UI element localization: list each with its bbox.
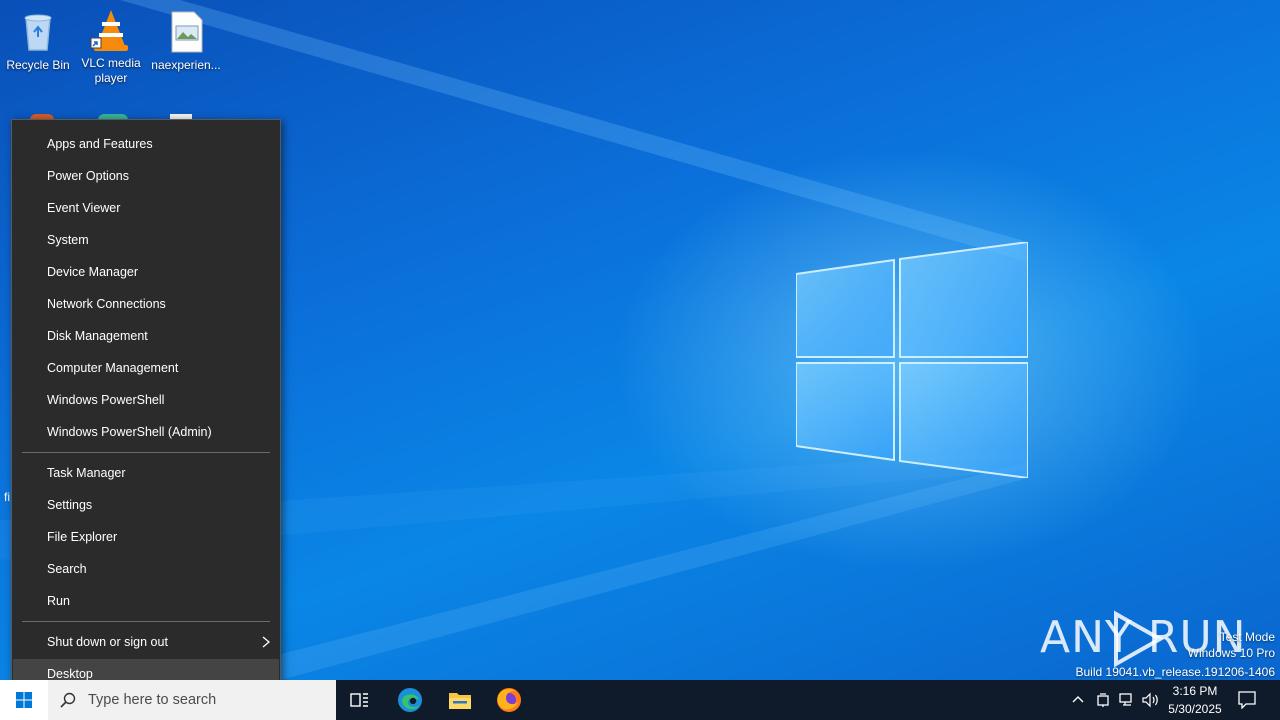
search-icon	[60, 692, 76, 708]
test-mode-text: Test Mode	[1219, 630, 1275, 644]
desktop-icon-label: VLC media player	[81, 56, 141, 85]
firefox-taskbar-button[interactable]	[485, 680, 533, 720]
action-center-notification-icon[interactable]	[1238, 691, 1256, 709]
build-text: Build 19041.vb_release.191206-1406	[1075, 665, 1276, 679]
menu-item-power-options[interactable]: Power Options	[13, 161, 279, 191]
chevron-right-icon	[262, 636, 271, 648]
task-view-icon	[350, 693, 368, 707]
firefox-icon	[497, 688, 521, 712]
menu-item-task-manager[interactable]: Task Manager	[13, 458, 279, 488]
menu-item-windows-powershell-admin[interactable]: Windows PowerShell (Admin)	[13, 417, 279, 447]
start-button[interactable]	[0, 680, 48, 720]
menu-item-run[interactable]: Run	[13, 586, 279, 616]
desktop-icon-label: Recycle Bin	[6, 58, 70, 72]
anyrun-play-icon	[1114, 610, 1165, 668]
search-placeholder: Type here to search	[88, 692, 217, 708]
taskbar-search-box[interactable]: Type here to search	[48, 680, 336, 720]
recycle-bin-icon	[24, 14, 52, 51]
menu-item-computer-management[interactable]: Computer Management	[13, 353, 279, 383]
show-hidden-icons-chevron-up-icon[interactable]	[1072, 694, 1084, 704]
menu-item-apps-and-features[interactable]: Apps and Features	[13, 129, 279, 159]
desktop-icon-naexperien[interactable]: naexperien...	[148, 10, 224, 73]
windows-wallpaper-logo	[796, 242, 1028, 478]
clock-time[interactable]: 3:16 PM	[1164, 684, 1226, 698]
windows-edition-text: Windows 10 Pro	[1187, 646, 1275, 660]
menu-item-settings[interactable]: Settings	[13, 490, 279, 520]
menu-separator	[22, 452, 270, 453]
menu-item-windows-powershell[interactable]: Windows PowerShell	[13, 385, 279, 415]
network-icon[interactable]	[1119, 692, 1135, 708]
clock-date[interactable]: 5/30/2025	[1164, 702, 1226, 716]
menu-item-event-viewer[interactable]: Event Viewer	[13, 193, 279, 223]
menu-item-device-manager[interactable]: Device Manager	[13, 257, 279, 287]
task-view-button[interactable]	[336, 680, 384, 720]
edge-taskbar-button[interactable]	[386, 680, 434, 720]
file-explorer-taskbar-button[interactable]	[436, 680, 484, 720]
partial-desktop-label: fi	[4, 490, 10, 504]
menu-item-file-explorer[interactable]: File Explorer	[13, 522, 279, 552]
menu-separator	[22, 621, 270, 622]
device-tray-icon[interactable]	[1096, 692, 1110, 708]
menu-item-label: Shut down or sign out	[47, 635, 168, 649]
winx-context-menu: Apps and Features Power Options Event Vi…	[11, 119, 281, 699]
desktop-icon-label: naexperien...	[151, 58, 221, 72]
menu-item-network-connections[interactable]: Network Connections	[13, 289, 279, 319]
windows-start-icon	[16, 692, 32, 708]
folder-icon	[449, 693, 471, 709]
volume-icon[interactable]	[1142, 692, 1160, 708]
edge-browser-icon	[398, 688, 422, 712]
image-file-icon	[171, 11, 203, 53]
menu-item-system[interactable]: System	[13, 225, 279, 255]
menu-item-shut-down-or-sign-out[interactable]: Shut down or sign out	[13, 627, 279, 657]
taskbar: Type here to search 3:16 PM 5/30/2025	[0, 680, 1280, 720]
desktop-icon-vlc[interactable]: VLC media player	[73, 8, 149, 86]
desktop-icon-recycle-bin[interactable]: Recycle Bin	[0, 10, 76, 73]
vlc-icon	[90, 10, 128, 51]
menu-item-disk-management[interactable]: Disk Management	[13, 321, 279, 351]
menu-item-search[interactable]: Search	[13, 554, 279, 584]
